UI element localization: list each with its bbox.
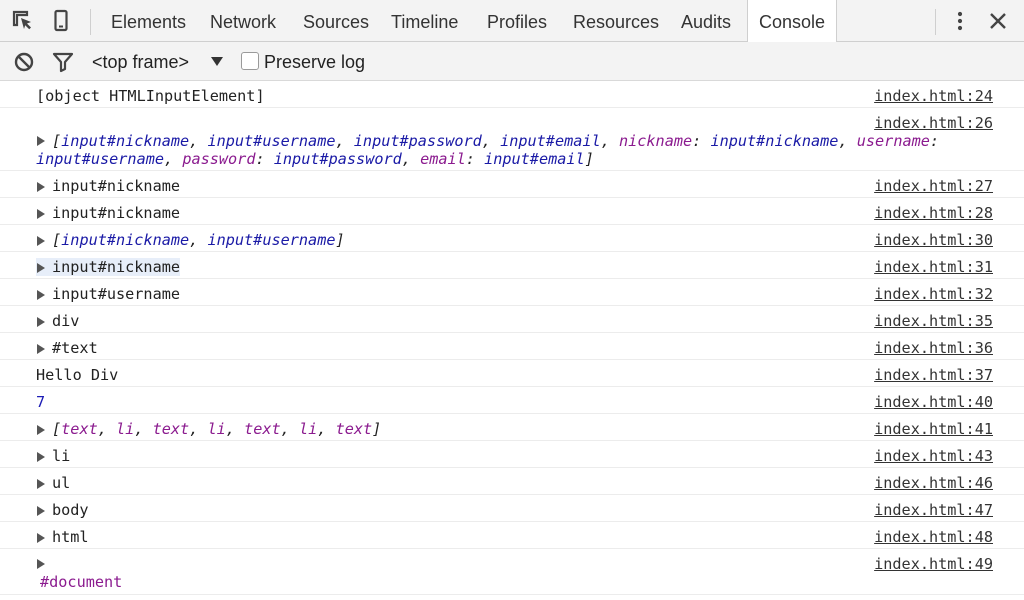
console-toolbar: <top frame> Preserve log: [0, 42, 1024, 81]
source-link[interactable]: index.html:24: [866, 87, 993, 105]
source-link[interactable]: index.html:28: [866, 204, 993, 222]
console-message[interactable]: input#nickname index.html:28: [0, 198, 1024, 225]
expand-triangle-icon[interactable]: [37, 317, 45, 327]
expand-triangle-icon[interactable]: [37, 263, 45, 273]
console-message-text: input#nickname: [52, 177, 181, 195]
expand-triangle-icon[interactable]: [37, 533, 45, 543]
console-message[interactable]: input#nickname index.html:27: [0, 171, 1024, 198]
source-link[interactable]: index.html:31: [866, 258, 993, 276]
devtools-tabbar: Elements Network Sources Timeline Profil…: [0, 0, 1024, 42]
console-message-text: [object HTMLInputElement]: [36, 87, 265, 105]
console-message[interactable]: [input#nickname, input#username, input#p…: [0, 108, 1024, 171]
source-link[interactable]: index.html:49: [866, 555, 993, 573]
source-link[interactable]: index.html:46: [866, 474, 993, 492]
console-message[interactable]: #document index.html:49: [0, 549, 1024, 595]
source-link[interactable]: index.html:35: [866, 312, 993, 330]
console-message: [object HTMLInputElement] index.html:24: [0, 81, 1024, 108]
device-mode-icon[interactable]: [48, 8, 74, 34]
preserve-log-label[interactable]: Preserve log: [264, 42, 365, 81]
expand-triangle-icon[interactable]: [37, 182, 45, 192]
expand-triangle-icon[interactable]: [37, 236, 45, 246]
console-message[interactable]: input#username index.html:32: [0, 279, 1024, 306]
console-message[interactable]: div index.html:35: [0, 306, 1024, 333]
console-message-text: Hello Div: [36, 366, 119, 384]
console-message-text: input#nickname: [36, 258, 181, 276]
source-link[interactable]: index.html:40: [866, 393, 993, 411]
console-message-text: 7: [36, 393, 46, 411]
console-message: Hello Div index.html:37: [0, 360, 1024, 387]
tab-console[interactable]: Console: [747, 0, 838, 42]
close-icon[interactable]: [985, 8, 1011, 34]
source-link[interactable]: index.html:26: [866, 114, 993, 132]
toolbar-divider: [90, 9, 91, 35]
console-message[interactable]: #text index.html:36: [0, 333, 1024, 360]
source-link[interactable]: index.html:30: [866, 231, 993, 249]
tab-network[interactable]: Network: [199, 0, 287, 42]
tab-audits[interactable]: Audits: [670, 0, 742, 42]
expand-triangle-icon[interactable]: [37, 290, 45, 300]
toolbar-divider: [935, 9, 936, 35]
console-message[interactable]: html index.html:48: [0, 522, 1024, 549]
more-options-icon[interactable]: [947, 8, 973, 34]
console-message-text: input#username: [52, 285, 181, 303]
source-link[interactable]: index.html:27: [866, 177, 993, 195]
console-message[interactable]: [input#nickname, input#username] index.h…: [0, 225, 1024, 252]
tab-resources[interactable]: Resources: [562, 0, 670, 42]
expand-triangle-icon[interactable]: [37, 479, 45, 489]
console-message-text: #text: [52, 339, 98, 357]
expand-triangle-icon[interactable]: [37, 136, 45, 146]
source-link[interactable]: index.html:36: [866, 339, 993, 357]
console-message[interactable]: input#nickname index.html:31: [0, 252, 1024, 279]
inspect-element-icon[interactable]: [10, 8, 36, 34]
expand-triangle-icon[interactable]: [37, 559, 45, 569]
console-message-text: #document: [40, 573, 123, 591]
console-message[interactable]: ul index.html:46: [0, 468, 1024, 495]
tab-elements[interactable]: Elements: [100, 0, 197, 42]
expand-triangle-icon[interactable]: [37, 344, 45, 354]
expand-triangle-icon[interactable]: [37, 425, 45, 435]
console-output: [object HTMLInputElement] index.html:24 …: [0, 81, 1024, 600]
console-message-text: [input#nickname, input#username]: [52, 231, 345, 249]
console-message[interactable]: [text, li, text, li, text, li, text] ind…: [0, 414, 1024, 441]
console-message-text: [input#nickname, input#username, input#p…: [36, 132, 949, 168]
source-link[interactable]: index.html:32: [866, 285, 993, 303]
console-message[interactable]: body index.html:47: [0, 495, 1024, 522]
tab-profiles[interactable]: Profiles: [476, 0, 558, 42]
console-message: 7 index.html:40: [0, 387, 1024, 414]
frame-selector[interactable]: <top frame>: [92, 42, 189, 81]
source-link[interactable]: index.html:47: [866, 501, 993, 519]
console-message[interactable]: li index.html:43: [0, 441, 1024, 468]
chevron-down-icon[interactable]: [208, 52, 226, 70]
source-link[interactable]: index.html:43: [866, 447, 993, 465]
source-link[interactable]: index.html:48: [866, 528, 993, 546]
console-message-text: [text, li, text, li, text, li, text]: [52, 420, 382, 438]
tab-sources[interactable]: Sources: [292, 0, 380, 42]
tab-timeline[interactable]: Timeline: [380, 0, 469, 42]
console-message-text: input#nickname: [52, 204, 181, 222]
clear-console-icon[interactable]: [12, 50, 36, 74]
filter-icon[interactable]: [51, 50, 75, 74]
expand-triangle-icon[interactable]: [37, 506, 45, 516]
expand-triangle-icon[interactable]: [37, 209, 45, 219]
source-link[interactable]: index.html:41: [866, 420, 993, 438]
expand-triangle-icon[interactable]: [37, 452, 45, 462]
source-link[interactable]: index.html:37: [866, 366, 993, 384]
preserve-log-checkbox[interactable]: [241, 52, 259, 70]
